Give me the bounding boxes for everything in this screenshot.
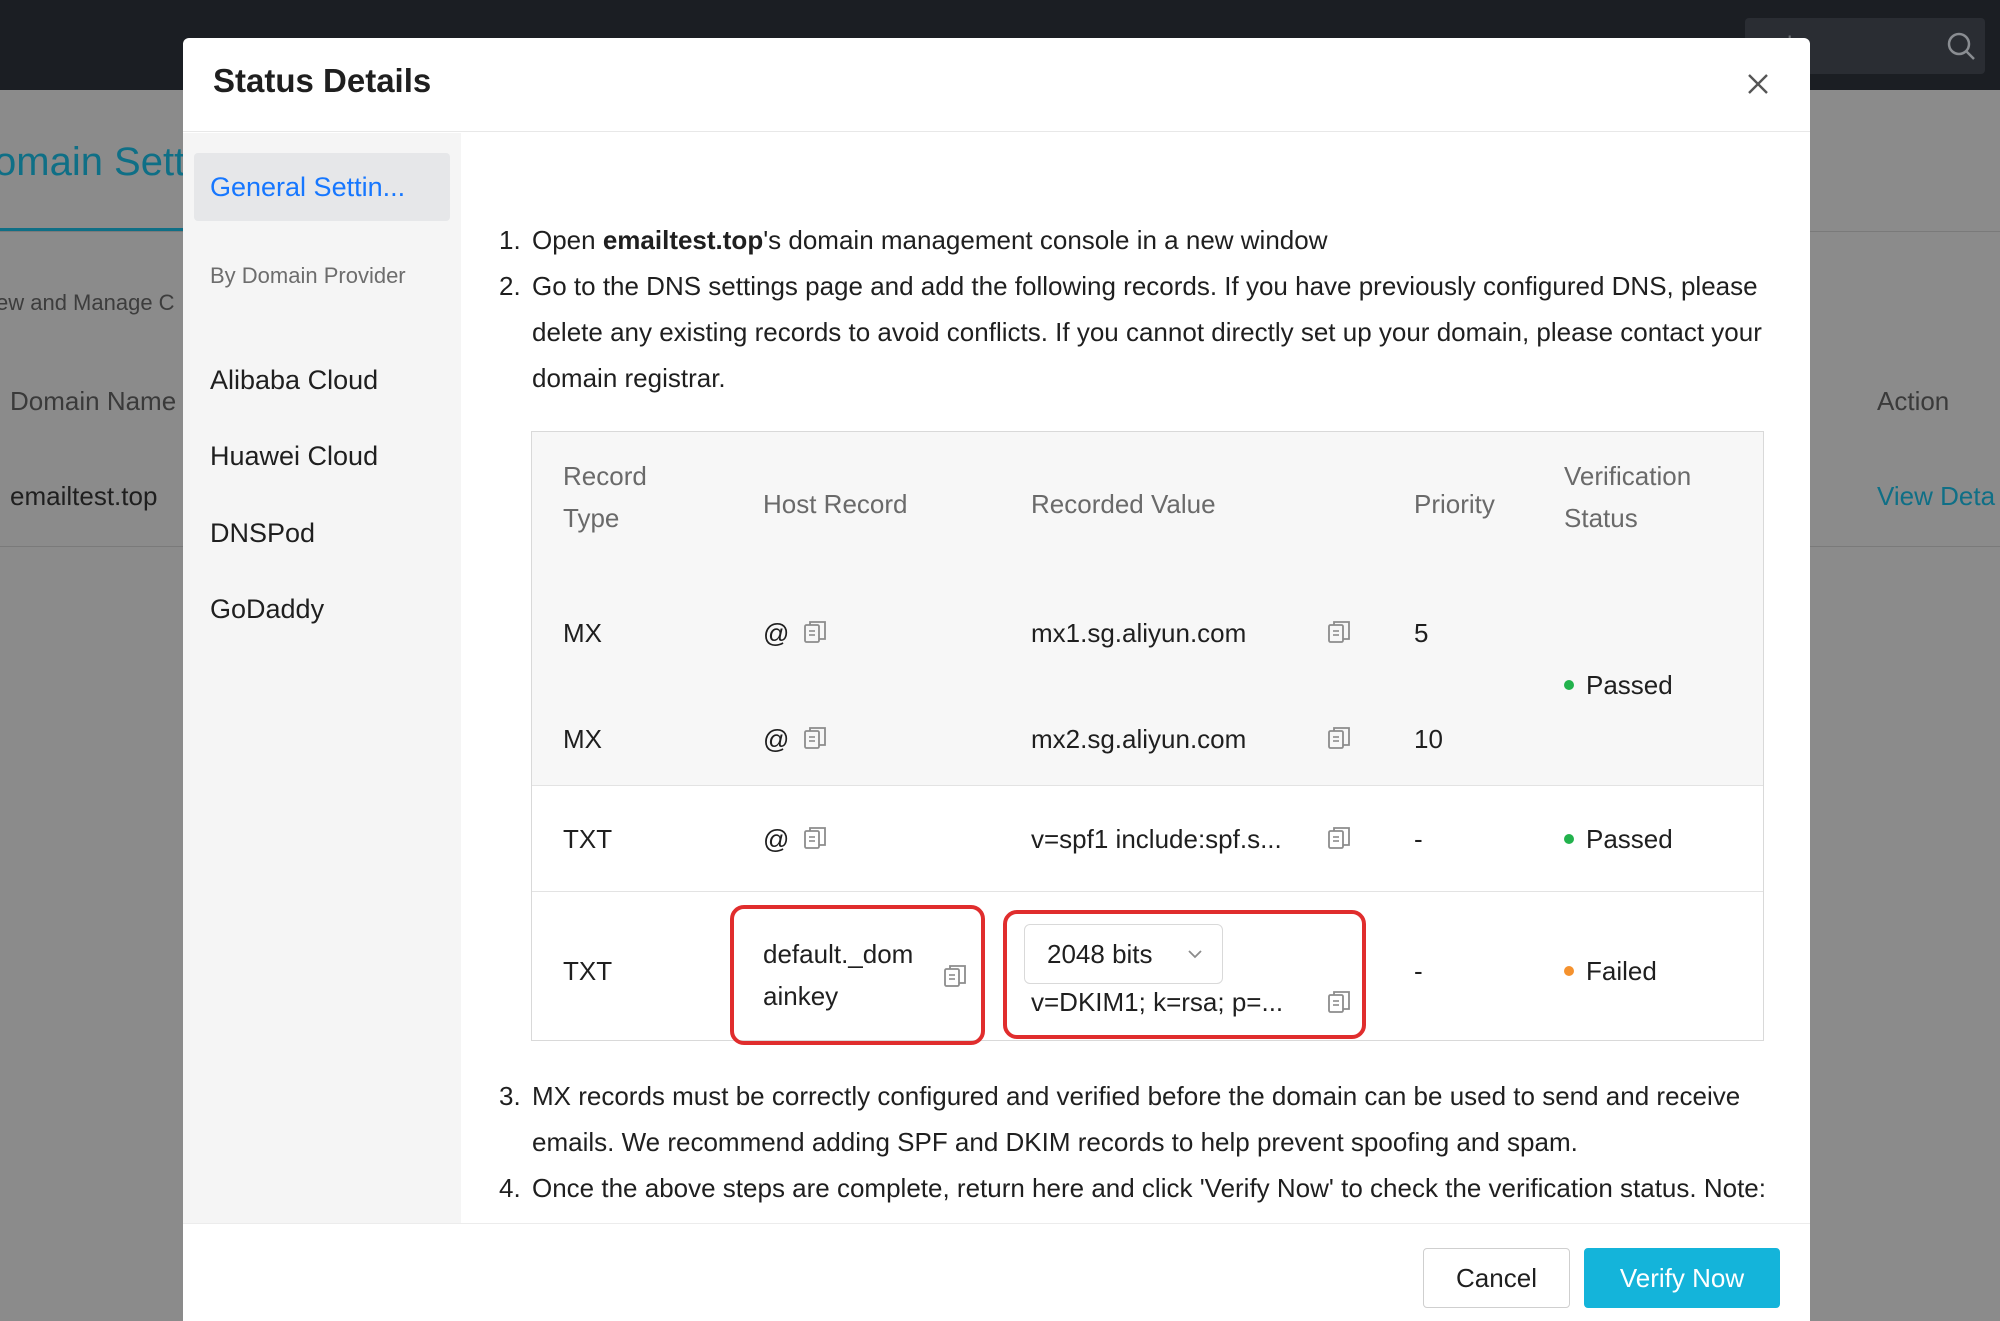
column-header-host-record: Host Record bbox=[763, 489, 908, 519]
copy-icon[interactable] bbox=[802, 725, 828, 751]
dialog-header: Status Details bbox=[183, 38, 1810, 132]
host-record: @ bbox=[763, 618, 790, 648]
view-details-link[interactable]: View Deta bbox=[1877, 481, 1995, 512]
table-header: Record Type Host Record Recorded Value P… bbox=[532, 432, 1763, 576]
step-number: 1. bbox=[499, 225, 521, 255]
status-badge: Passed bbox=[1564, 670, 1673, 701]
table-row: TXT @ v=spf1 include:spf.s... - Passed bbox=[532, 787, 1763, 892]
status-badge: Passed bbox=[1564, 824, 1673, 855]
chevron-down-icon bbox=[1188, 950, 1202, 959]
copy-icon[interactable] bbox=[1326, 989, 1352, 1015]
priority: - bbox=[1414, 956, 1423, 986]
copy-icon[interactable] bbox=[1326, 825, 1352, 851]
step-number: 3. bbox=[499, 1081, 521, 1111]
priority: 5 bbox=[1414, 618, 1429, 648]
step-1-prefix: Open bbox=[532, 225, 603, 255]
step-1-suffix: 's domain management console in a new wi… bbox=[763, 225, 1328, 255]
cancel-button[interactable]: Cancel bbox=[1423, 1248, 1570, 1308]
header-line: Record bbox=[563, 461, 647, 491]
priority: 10 bbox=[1414, 724, 1443, 754]
column-header-record-type: Record Type bbox=[563, 455, 647, 539]
copy-icon[interactable] bbox=[802, 825, 828, 851]
domain-name: emailtest.top bbox=[602, 225, 764, 255]
sidebar-group-label: By Domain Provider bbox=[210, 263, 406, 288]
domain-cell: emailtest.top bbox=[10, 481, 158, 511]
search-icon[interactable] bbox=[1945, 30, 1977, 62]
step-number: 2. bbox=[499, 271, 521, 301]
host-record: default._dom ainkey bbox=[763, 933, 913, 1017]
sidebar-item-godaddy[interactable]: GoDaddy bbox=[210, 594, 324, 625]
recorded-value: mx2.sg.aliyun.com bbox=[1031, 724, 1247, 754]
step-2: 2. Go to the DNS settings page and add t… bbox=[499, 263, 1789, 401]
column-header-verification-status: Verification Status bbox=[1564, 455, 1691, 539]
record-type: MX bbox=[563, 724, 602, 754]
status-dot bbox=[1564, 966, 1574, 977]
copy-icon[interactable] bbox=[942, 963, 968, 989]
step-text: Open emailtest.top's domain management c… bbox=[499, 217, 1789, 263]
step-3: 3. MX records must be correctly configur… bbox=[499, 1073, 1789, 1165]
copy-icon[interactable] bbox=[1326, 619, 1352, 645]
step-text: Go to the DNS settings page and add the … bbox=[532, 271, 1762, 393]
column-header-action: Action bbox=[1877, 386, 1950, 416]
record-type: MX bbox=[563, 618, 602, 648]
status-details-dialog: Status Details General Settin... By Doma… bbox=[183, 38, 1810, 1321]
dialog-footer: Cancel Verify Now bbox=[183, 1223, 1810, 1321]
priority: - bbox=[1414, 824, 1423, 854]
page-subtitle: ew and Manage C bbox=[0, 290, 175, 315]
sidebar-item-huawei-cloud[interactable]: Huawei Cloud bbox=[210, 441, 378, 472]
step-4: 4. Once the above steps are complete, re… bbox=[499, 1165, 1789, 1223]
sidebar-item-dnspod[interactable]: DNSPod bbox=[210, 518, 315, 549]
recorded-value: v=spf1 include:spf.s... bbox=[1031, 824, 1282, 854]
status-dot bbox=[1564, 680, 1574, 691]
status-badge: Failed bbox=[1564, 956, 1657, 987]
copy-icon[interactable] bbox=[1326, 725, 1352, 751]
column-header-domain-name: Domain Name bbox=[10, 386, 177, 416]
verify-now-button[interactable]: Verify Now bbox=[1584, 1248, 1780, 1308]
host-record-line: ainkey bbox=[763, 981, 839, 1011]
dialog-title: Status Details bbox=[213, 62, 432, 99]
header-line: Status bbox=[1564, 503, 1638, 533]
recorded-value: v=DKIM1; k=rsa; p=... bbox=[1031, 987, 1284, 1017]
recorded-value: mx1.sg.aliyun.com bbox=[1031, 618, 1247, 648]
status-text: Passed bbox=[1586, 824, 1673, 854]
column-header-recorded-value: Recorded Value bbox=[1031, 489, 1216, 519]
table-row: TXT default._dom ainkey 2048 bits v=DKIM… bbox=[532, 893, 1763, 1045]
step-1: 1. Open emailtest.top's domain managemen… bbox=[499, 217, 1789, 263]
provider-sidebar: General Settin... By Domain Provider Ali… bbox=[183, 133, 461, 1223]
status-dot bbox=[1564, 834, 1574, 845]
step-text: Once the above steps are complete, retur… bbox=[532, 1173, 1766, 1223]
status-text: Passed bbox=[1586, 670, 1673, 700]
dialog-content: 1. Open emailtest.top's domain managemen… bbox=[461, 133, 1810, 1223]
step-number: 4. bbox=[499, 1173, 521, 1203]
dns-records-table: Record Type Host Record Recorded Value P… bbox=[531, 431, 1764, 1045]
host-record: @ bbox=[763, 724, 790, 754]
copy-icon[interactable] bbox=[802, 619, 828, 645]
step-text: MX records must be correctly configured … bbox=[532, 1081, 1741, 1157]
mx-record-group: MX @ mx1.sg.aliyun.com 5 MX @ mx2.sg.ali… bbox=[532, 576, 1763, 786]
host-record: @ bbox=[763, 824, 790, 854]
page-title: omain Sett bbox=[0, 140, 186, 184]
key-size-select[interactable]: 2048 bits bbox=[1024, 924, 1223, 984]
host-record-line: default._dom bbox=[763, 939, 914, 969]
header-line: Verification bbox=[1564, 461, 1692, 491]
close-icon[interactable] bbox=[1740, 66, 1776, 102]
record-type: TXT bbox=[563, 824, 613, 854]
sidebar-item-alibaba-cloud[interactable]: Alibaba Cloud bbox=[210, 365, 378, 396]
record-type: TXT bbox=[563, 956, 613, 986]
header-line: Type bbox=[563, 503, 620, 533]
status-text: Failed bbox=[1586, 956, 1657, 986]
column-header-priority: Priority bbox=[1414, 489, 1495, 519]
key-size-value: 2048 bits bbox=[1047, 939, 1153, 969]
sidebar-item-general-settings[interactable]: General Settin... bbox=[194, 153, 450, 221]
